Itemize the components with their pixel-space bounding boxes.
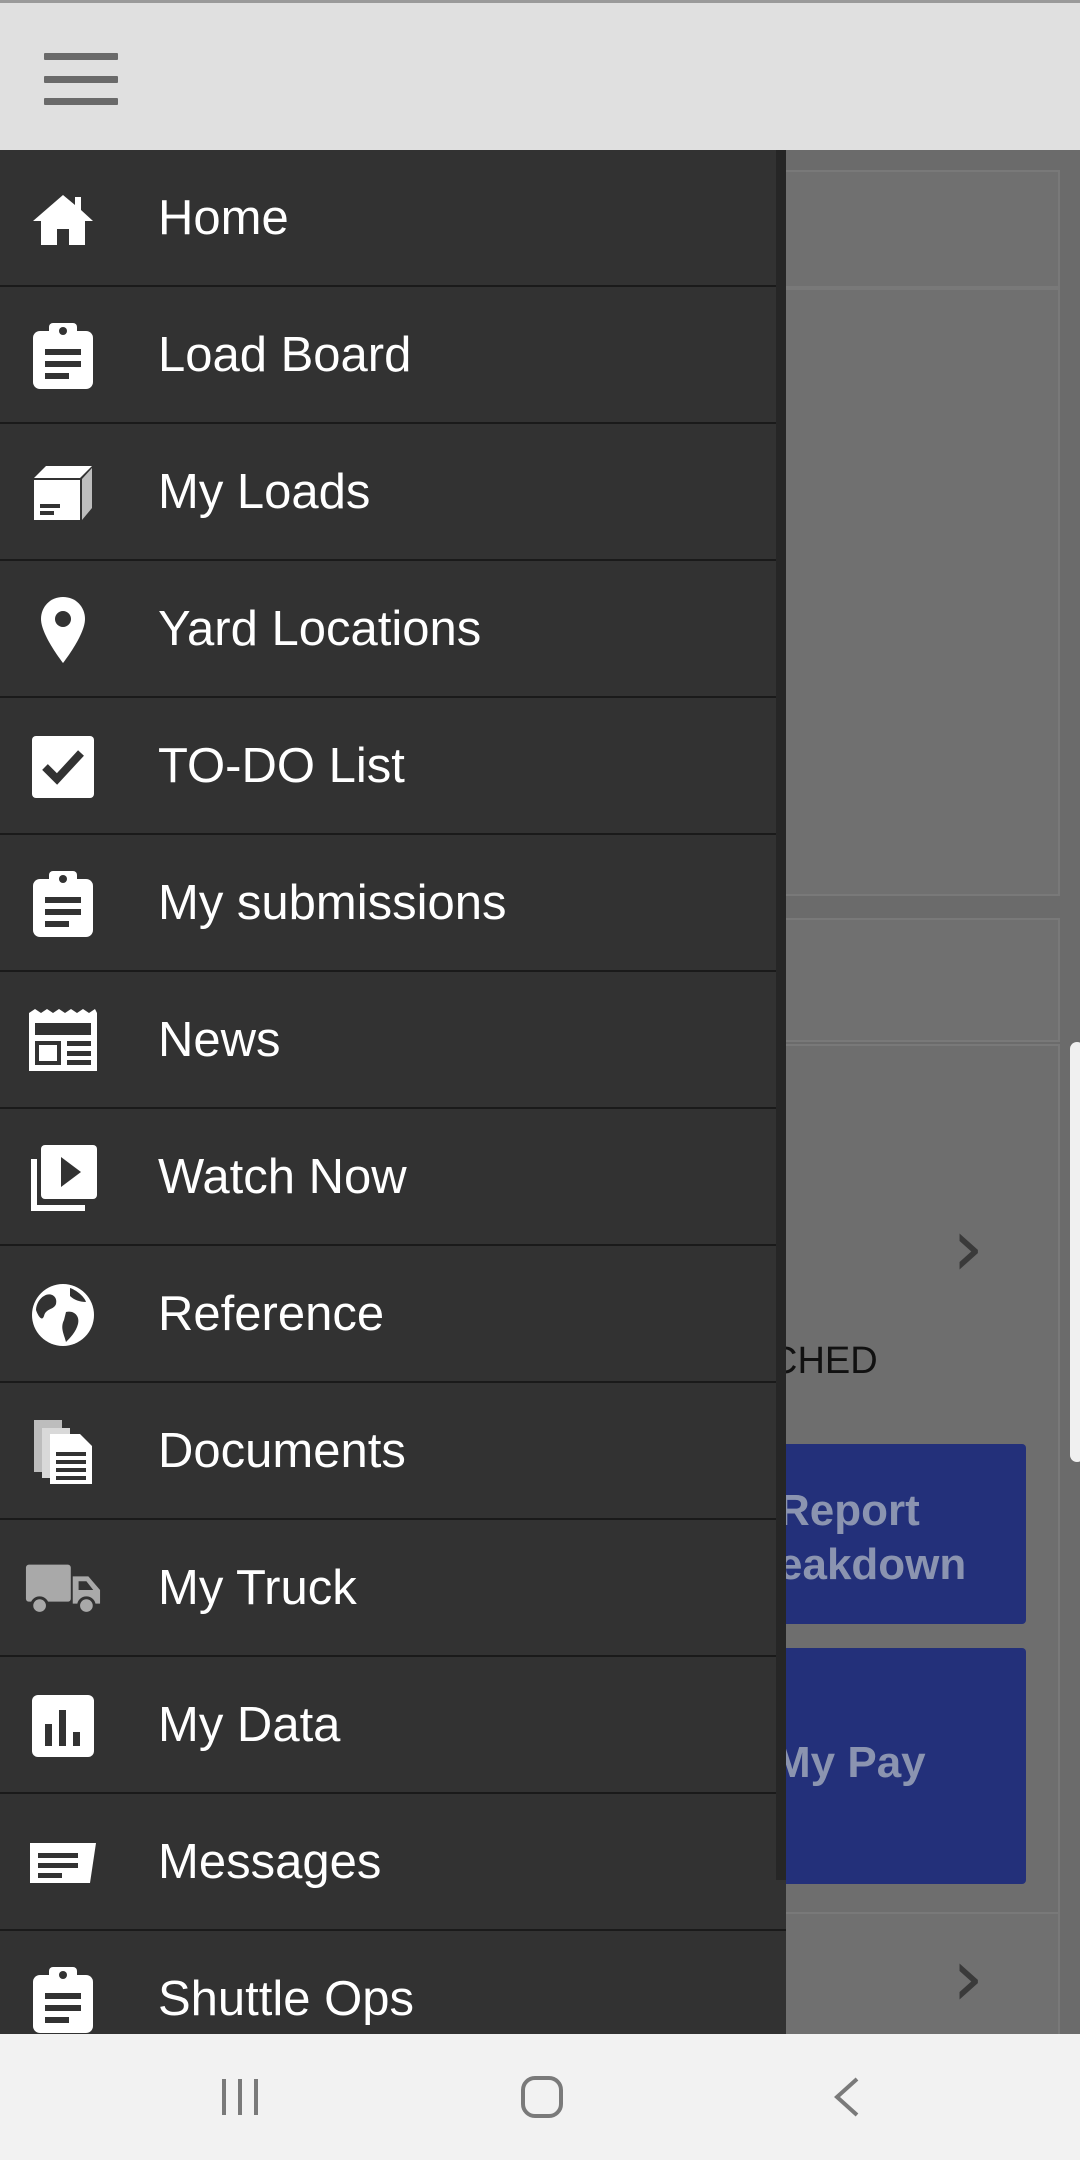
- drawer-item-watch-now[interactable]: Watch Now: [0, 1109, 786, 1246]
- drawer-item-label: Home: [158, 190, 289, 245]
- drawer-item-my-submissions[interactable]: My submissions: [0, 835, 786, 972]
- box-icon: [24, 458, 102, 528]
- drawer-item-my-truck[interactable]: My Truck: [0, 1520, 786, 1657]
- globe-icon: [24, 1280, 102, 1350]
- navigation-drawer: Home Load Board My Loads Yard Locations: [0, 150, 786, 2034]
- drawer-item-messages[interactable]: Messages: [0, 1794, 786, 1931]
- truck-icon: [24, 1554, 102, 1624]
- drawer-item-label: My Truck: [158, 1560, 357, 1615]
- drawer-item-my-data[interactable]: My Data: [0, 1657, 786, 1794]
- drawer-item-label: Shuttle Ops: [158, 1971, 415, 2026]
- video-library-icon: [24, 1143, 102, 1213]
- clipboard-icon: [24, 1965, 102, 2034]
- drawer-item-label: Load Board: [158, 327, 412, 382]
- report-tile-line1: Report: [778, 1486, 920, 1535]
- drawer-item-yard-locations[interactable]: Yard Locations: [0, 561, 786, 698]
- recent-apps-icon[interactable]: [170, 2034, 310, 2160]
- chevron-right-icon: ›: [952, 1201, 984, 1294]
- report-breakdown-tile: Report eakdown: [760, 1444, 1026, 1624]
- drawer-item-label: Watch Now: [158, 1149, 407, 1204]
- drawer-item-label: Messages: [158, 1834, 382, 1889]
- drawer-item-label: Documents: [158, 1423, 406, 1478]
- message-icon: [24, 1828, 102, 1898]
- drawer-item-load-board[interactable]: Load Board: [0, 287, 786, 424]
- drawer-item-my-loads[interactable]: My Loads: [0, 424, 786, 561]
- drawer-item-label: Reference: [158, 1286, 385, 1341]
- bar-chart-icon: [24, 1691, 102, 1761]
- chevron-right-icon: ›: [952, 1931, 984, 2024]
- drawer-item-label: My Loads: [158, 464, 371, 519]
- drawer-item-news[interactable]: News: [0, 972, 786, 1109]
- drawer-item-label: Yard Locations: [158, 601, 482, 656]
- back-icon[interactable]: [776, 2034, 916, 2160]
- drawer-item-label: News: [158, 1012, 281, 1067]
- background-card: [740, 1912, 1060, 2042]
- background-card: [740, 918, 1060, 1042]
- scroll-indicator: [1070, 1042, 1080, 1462]
- app-bar: [0, 0, 1080, 150]
- drawer-item-label: TO-DO List: [158, 738, 405, 793]
- clipboard-icon: [24, 869, 102, 939]
- my-pay-tile: My Pay: [760, 1648, 1026, 1884]
- documents-icon: [24, 1417, 102, 1487]
- system-nav-bar: [0, 2034, 1080, 2160]
- drawer-item-documents[interactable]: Documents: [0, 1383, 786, 1520]
- map-pin-icon: [24, 595, 102, 665]
- background-card: [740, 288, 1060, 896]
- app-screen: › › CHED Report eakdown My Pay Home Load…: [0, 0, 1080, 2160]
- hamburger-menu-icon[interactable]: [44, 53, 118, 105]
- newspaper-icon: [24, 1006, 102, 1076]
- report-tile-line2: eakdown: [778, 1540, 967, 1589]
- checkbox-icon: [24, 732, 102, 802]
- drawer-item-reference[interactable]: Reference: [0, 1246, 786, 1383]
- matched-status-text: CHED: [770, 1340, 878, 1382]
- drawer-item-label: My Data: [158, 1697, 341, 1752]
- clipboard-icon: [24, 321, 102, 391]
- home-icon: [24, 184, 102, 254]
- drawer-item-shuttle-ops[interactable]: Shuttle Ops: [0, 1931, 786, 2034]
- drawer-item-home[interactable]: Home: [0, 150, 786, 287]
- drawer-scrollbar: [776, 150, 786, 1880]
- drawer-item-label: My submissions: [158, 875, 507, 930]
- background-card: [740, 170, 1060, 288]
- home-button-icon[interactable]: [472, 2034, 612, 2160]
- drawer-item-todo-list[interactable]: TO-DO List: [0, 698, 786, 835]
